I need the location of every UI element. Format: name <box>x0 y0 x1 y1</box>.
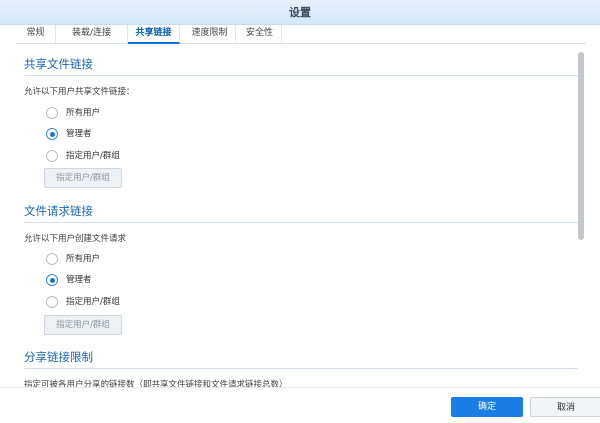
specify-users-button-request[interactable]: 指定用户/群组 <box>44 315 122 335</box>
specify-users-button-share[interactable]: 指定用户/群组 <box>44 168 122 188</box>
radio-button[interactable] <box>46 107 58 119</box>
ok-button[interactable]: 确定 <box>451 397 523 417</box>
section-title-request-links: 文件请求链接 <box>24 204 93 218</box>
radio-label: 指定用户/群组 <box>66 297 120 307</box>
section-title-share-links: 共享文件链接 <box>24 57 93 71</box>
tab-bar: 常规 装载/连接 共享链接 速度限制 安全性 <box>16 25 586 44</box>
window-title: 设置 <box>289 6 311 19</box>
vertical-scrollbar[interactable] <box>578 52 584 240</box>
radio-label: 所有用户 <box>66 254 101 264</box>
tab-speed-limit[interactable]: 速度限制 <box>184 25 236 44</box>
radio-button[interactable] <box>46 296 58 308</box>
radio-button-checked[interactable] <box>46 274 58 286</box>
section-divider <box>24 368 578 369</box>
share-links-description: 允许以下用户共享文件链接： <box>24 87 135 97</box>
dialog-footer: 确定 取消 <box>0 387 600 423</box>
section-divider <box>24 75 578 76</box>
section-title-link-limits: 分享链接限制 <box>24 350 93 364</box>
section-divider <box>24 222 578 223</box>
title-bar[interactable]: 设置 <box>0 0 600 25</box>
tab-share-links[interactable]: 共享链接 <box>128 25 180 44</box>
radio-label: 管理者 <box>66 275 92 285</box>
cancel-button[interactable]: 取消 <box>530 397 600 417</box>
tab-general[interactable]: 常规 <box>16 25 56 44</box>
radio-button[interactable] <box>46 150 58 162</box>
settings-content: 共享文件链接 允许以下用户共享文件链接： 所有用户 管理者 指定用户/群组 指定… <box>0 45 588 387</box>
radio-label: 所有用户 <box>66 108 101 118</box>
settings-window: 设置 常规 装载/连接 共享链接 速度限制 安全性 共享文件链接 允许以下用户共… <box>0 0 600 423</box>
radio-label: 指定用户/群组 <box>66 151 120 161</box>
tab-security[interactable]: 安全性 <box>238 25 282 44</box>
request-links-description: 允许以下用户创建文件请求 <box>24 234 127 244</box>
radio-button-checked[interactable] <box>46 128 58 140</box>
radio-button[interactable] <box>46 253 58 265</box>
tab-mount-connect[interactable]: 装载/连接 <box>56 25 128 44</box>
link-limits-description: 指定可被各用户分享的链接数（即共享文件链接和文件请求链接总数） <box>24 380 288 387</box>
radio-label: 管理者 <box>66 129 92 139</box>
